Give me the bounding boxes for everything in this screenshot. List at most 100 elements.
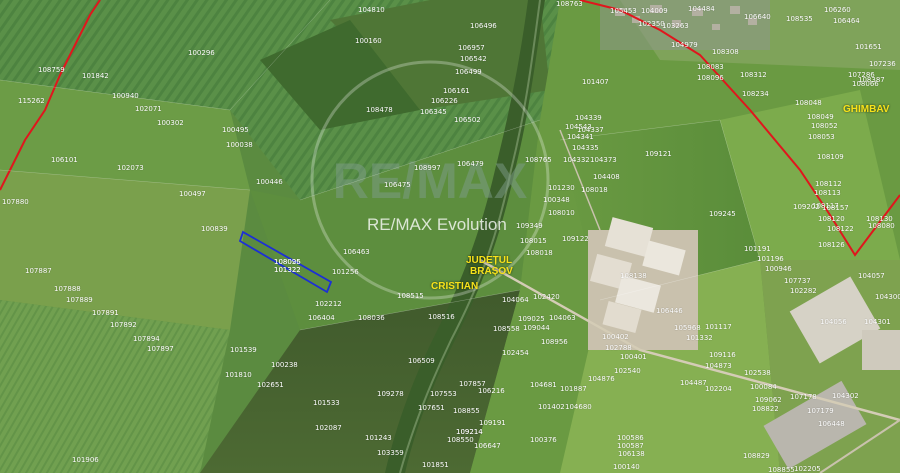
parcel-id-label[interactable]: 100376 (530, 436, 557, 444)
parcel-id-label[interactable]: 107889 (66, 296, 93, 304)
parcel-id-label[interactable]: 107887 (25, 267, 52, 275)
cadastral-map[interactable]: RE/MAX RE/MAX Evolution GHIMBAV JUDEȚUL … (0, 0, 900, 473)
parcel-id-label[interactable]: 102205 (794, 465, 821, 473)
parcel-id-label[interactable]: 107236 (869, 60, 896, 68)
parcel-id-label[interactable]: 106101 (51, 156, 78, 164)
parcel-id-label[interactable]: 108025 (274, 258, 301, 266)
parcel-id-label[interactable]: 101191 (744, 245, 771, 253)
parcel-id-label[interactable]: 101332 (686, 334, 713, 342)
parcel-id-label[interactable]: 106226 (431, 97, 458, 105)
parcel-id-label[interactable]: 104300 (875, 293, 900, 301)
parcel-id-label[interactable]: 101906 (72, 456, 99, 464)
parcel-id-label[interactable]: 106216 (478, 387, 505, 395)
parcel-id-label[interactable]: 108997 (414, 164, 441, 172)
parcel-id-label[interactable]: 106957 (458, 44, 485, 52)
parcel-id-label[interactable]: 100401 (620, 353, 647, 361)
parcel-id-label[interactable]: 101851 (422, 461, 449, 469)
parcel-id-label[interactable]: 100302 (157, 119, 184, 127)
parcel-id-label[interactable]: 104064 (502, 296, 529, 304)
parcel-id-label[interactable]: 100940 (112, 92, 139, 100)
parcel-id-label[interactable]: 101887 (560, 385, 587, 393)
parcel-id-label[interactable]: 106446 (656, 307, 683, 315)
parcel-id-label[interactable]: 107894 (133, 335, 160, 343)
parcel-id-label[interactable]: 101810 (225, 371, 252, 379)
parcel-id-label[interactable]: 108550 (447, 436, 474, 444)
parcel-id-label[interactable]: 101230 (548, 184, 575, 192)
parcel-id-label[interactable]: 101322 (274, 266, 301, 274)
parcel-id-label[interactable]: 108010 (548, 209, 575, 217)
parcel-id-label[interactable]: 100402 (602, 333, 629, 341)
parcel-id-label[interactable]: 106502 (454, 116, 481, 124)
parcel-id-label[interactable]: 106647 (474, 442, 501, 450)
parcel-id-label[interactable]: 100348 (543, 196, 570, 204)
parcel-id-label[interactable]: 108759 (38, 66, 65, 74)
parcel-id-label[interactable]: 108109 (817, 153, 844, 161)
parcel-id-label[interactable]: 109245 (709, 210, 736, 218)
parcel-id-label[interactable]: 100084 (750, 383, 777, 391)
parcel-id-label[interactable]: 102420 (533, 293, 560, 301)
parcel-id-label[interactable]: 107897 (147, 345, 174, 353)
parcel-id-label[interactable]: 106499 (455, 68, 482, 76)
parcel-id-label[interactable]: 102071 (135, 105, 162, 113)
parcel-id-label[interactable]: 107891 (92, 309, 119, 317)
parcel-id-label[interactable]: 109278 (377, 390, 404, 398)
parcel-id-label[interactable]: 108018 (526, 249, 553, 257)
parcel-id-label[interactable]: 108018 (581, 186, 608, 194)
parcel-id-label[interactable]: 106542 (460, 55, 487, 63)
parcel-id-label[interactable]: 100140 (613, 463, 640, 471)
parcel-id-label[interactable]: 106161 (443, 87, 470, 95)
parcel-id-label[interactable]: 106138 (618, 450, 645, 458)
parcel-id-label[interactable]: 108515 (397, 292, 424, 300)
parcel-id-label[interactable]: 104057 (858, 272, 885, 280)
parcel-id-label[interactable]: 108855 (453, 407, 480, 415)
parcel-id-label[interactable]: 108516 (428, 313, 455, 321)
parcel-id-label[interactable]: 100495 (222, 126, 249, 134)
parcel-id-label[interactable]: 103263 (662, 22, 689, 30)
parcel-id-label[interactable]: 108234 (742, 90, 769, 98)
parcel-id-label[interactable]: 102204 (705, 385, 732, 393)
parcel-id-label[interactable]: 104681 (530, 381, 557, 389)
parcel-id-label[interactable]: 107553 (430, 390, 457, 398)
parcel-id-label[interactable]: 105968 (674, 324, 701, 332)
parcel-id-label[interactable]: 102788 (605, 344, 632, 352)
parcel-id-label[interactable]: 104810 (358, 6, 385, 14)
parcel-id-label[interactable]: 102350 (638, 20, 665, 28)
parcel-id-label[interactable]: 101539 (230, 346, 257, 354)
parcel-id-label[interactable]: 101533 (313, 399, 340, 407)
parcel-id-label[interactable]: 104680 (565, 403, 592, 411)
parcel-id-label[interactable]: 104332 (563, 156, 590, 164)
parcel-id-label[interactable]: 108763 (556, 0, 583, 8)
parcel-id-label[interactable]: 104063 (549, 314, 576, 322)
parcel-id-label[interactable]: 105453 (610, 7, 637, 15)
parcel-id-label[interactable]: 108956 (541, 338, 568, 346)
parcel-id-label[interactable]: 104979 (671, 41, 698, 49)
parcel-id-label[interactable]: 109214 (456, 428, 483, 436)
parcel-id-label[interactable]: 102651 (257, 381, 284, 389)
parcel-id-label[interactable]: 109122 (562, 235, 589, 243)
parcel-id-label[interactable]: 108822 (752, 405, 779, 413)
parcel-id-label[interactable]: 100497 (179, 190, 206, 198)
parcel-id-label[interactable]: 108015 (520, 237, 547, 245)
parcel-id-label[interactable]: 100839 (201, 225, 228, 233)
parcel-id-label[interactable]: 108478 (366, 106, 393, 114)
parcel-id-label[interactable]: 109349 (516, 222, 543, 230)
parcel-id-label[interactable]: 102212 (315, 300, 342, 308)
parcel-id-label[interactable]: 104056 (820, 318, 847, 326)
parcel-id-label[interactable]: 108122 (827, 225, 854, 233)
parcel-id-label[interactable]: 109025 (518, 315, 545, 323)
parcel-id-label[interactable]: 106345 (420, 108, 447, 116)
parcel-id-label[interactable]: 109116 (709, 351, 736, 359)
parcel-id-label[interactable]: 100586 (617, 434, 644, 442)
parcel-id-label[interactable]: 108113 (814, 189, 841, 197)
parcel-id-label[interactable]: 101256 (332, 268, 359, 276)
parcel-id-label[interactable]: 102538 (744, 369, 771, 377)
parcel-id-label[interactable]: 107737 (784, 277, 811, 285)
parcel-id-label[interactable]: 107892 (110, 321, 137, 329)
parcel-id-label[interactable]: 108829 (743, 452, 770, 460)
parcel-id-label[interactable]: 104339 (575, 114, 602, 122)
parcel-id-label[interactable]: 106640 (744, 13, 771, 21)
parcel-id-label[interactable]: 104335 (572, 144, 599, 152)
parcel-id-label[interactable]: 108120 (818, 215, 845, 223)
parcel-id-label[interactable]: 106496 (470, 22, 497, 30)
parcel-id-label[interactable]: 109121 (645, 150, 672, 158)
